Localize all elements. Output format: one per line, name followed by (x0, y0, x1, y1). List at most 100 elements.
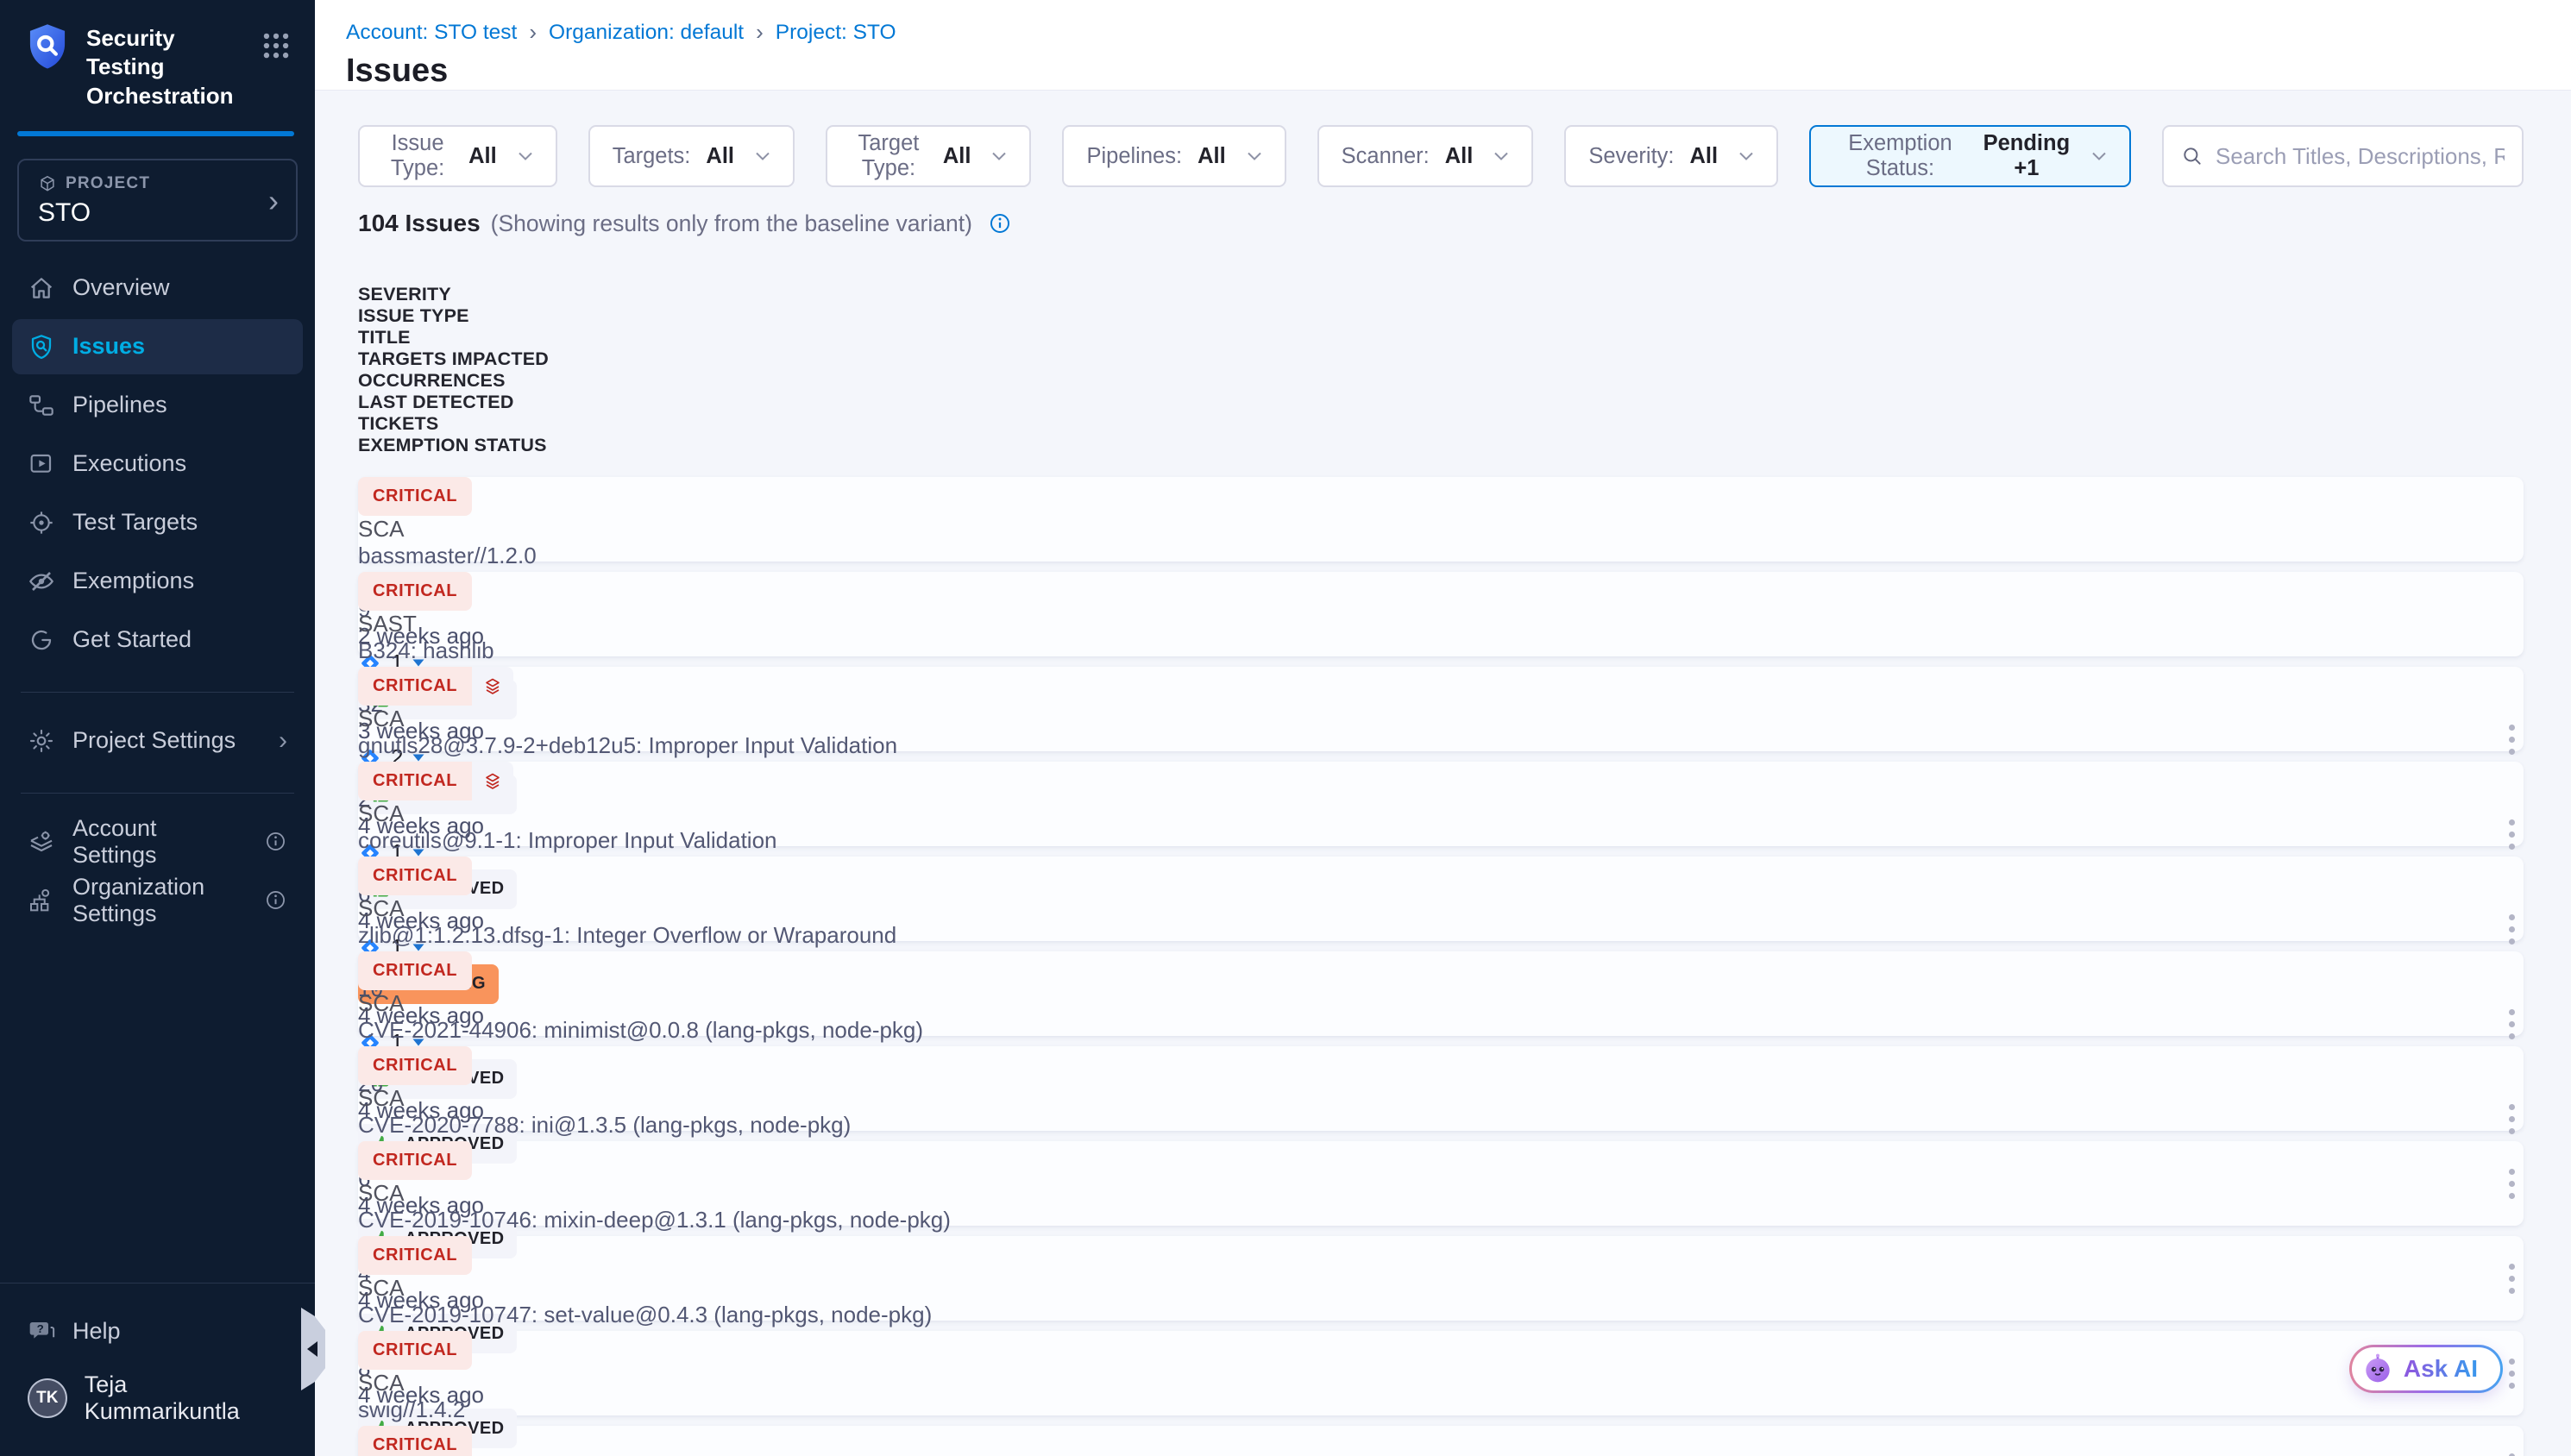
issue-row[interactable]: CRITICAL SCA CVE-2019-10746: mixin-deep@… (358, 1141, 2524, 1226)
sidebar-item-get-started[interactable]: Get Started (12, 612, 303, 668)
collapse-arrow-icon (307, 1341, 317, 1357)
info-icon[interactable] (988, 211, 1012, 235)
chevron-down-icon (991, 151, 1007, 161)
issues-table-body: CRITICAL SCA bassmaster//1.2.0 1 9 2 wee… (358, 477, 2524, 1456)
issue-row[interactable]: CRITICAL SCA zlib@1:1.2.13.dfsg-1: Integ… (358, 857, 2524, 941)
severity-cell: CRITICAL (358, 1046, 2524, 1085)
sidebar-item-exemptions[interactable]: Exemptions (12, 554, 303, 609)
pipelines-icon (28, 392, 55, 419)
issue-type: SCA (358, 706, 2524, 732)
filter-dropdown[interactable]: Exemption Status: Pending +1 (1809, 125, 2131, 187)
issue-row[interactable]: CRITICAL SCA bassmaster//1.2.0 1 9 2 wee… (358, 477, 2524, 562)
filter-value: All (468, 144, 497, 169)
divider (21, 793, 294, 794)
severity-cell: CRITICAL (358, 857, 2524, 895)
sidebar-item-pipelines[interactable]: Pipelines (12, 378, 303, 433)
issue-title: CVE-2019-10746: mixin-deep@1.3.1 (lang-p… (358, 1207, 2524, 1233)
breadcrumb-project-link[interactable]: Project: STO (776, 21, 896, 45)
sidebar-item-project-settings[interactable]: Project Settings › (12, 713, 303, 769)
eye-slash-icon (28, 568, 55, 595)
sidebar-item-label: Project Settings (72, 727, 236, 754)
breadcrumb-account-link[interactable]: Account: STO test (346, 21, 517, 45)
info-icon[interactable] (264, 888, 287, 912)
sidebar-item-label: Account Settings (72, 815, 247, 869)
filter-dropdown[interactable]: Issue Type: All (358, 125, 557, 187)
issue-row[interactable]: CRITICAL SCA coreutils@9.1-1: Improper I… (358, 762, 2524, 846)
filter-label: Pipelines: (1086, 144, 1182, 169)
severity-badge: CRITICAL (358, 572, 472, 611)
ask-ai-button[interactable]: Ask AI (2349, 1345, 2503, 1393)
issue-type: SCA (358, 895, 2524, 922)
sidebar-item-executions[interactable]: Executions (12, 436, 303, 492)
breadcrumb-organization-link[interactable]: Organization: default (549, 21, 744, 45)
issue-type: SCA (358, 516, 2524, 543)
sidebar-item-account-settings[interactable]: Account Settings (12, 814, 303, 869)
severity-cell: CRITICAL (358, 951, 2524, 990)
severity-cell: CRITICAL (358, 1331, 2524, 1370)
issue-title: bassmaster//1.2.0 (358, 543, 2524, 569)
chevron-down-icon (755, 151, 770, 161)
sidebar-item-label: Organization Settings (72, 874, 247, 927)
target-icon (28, 509, 55, 537)
project-selector[interactable]: PROJECT STO › (17, 159, 298, 242)
issue-title: CVE-2019-10747: set-value@0.4.3 (lang-pk… (358, 1302, 2524, 1328)
filter-label: Targets: (613, 144, 691, 169)
layers-gear-icon (28, 828, 55, 856)
help-button[interactable]: ? Help (12, 1306, 303, 1356)
filter-value: All (1197, 144, 1226, 169)
issue-row[interactable]: CRITICAL SCA swig//1.4.2 1 2 1 month ago… (358, 1331, 2524, 1415)
app-title: Security Testing Orchestration (86, 22, 244, 110)
issue-row[interactable]: CRITICAL SCA CVE-2019-10747: set-value@0… (358, 1236, 2524, 1321)
severity-stack-icon (472, 762, 513, 800)
help-chat-icon: ? (28, 1317, 55, 1345)
chevron-down-icon (2091, 151, 2107, 161)
search-input[interactable] (2216, 143, 2505, 170)
issue-row[interactable]: CRITICAL SAST webpack@5.64.1 1 1 2 month… (358, 1426, 2524, 1456)
issue-title: CVE-2020-7788: ini@1.3.5 (lang-pkgs, nod… (358, 1112, 2524, 1139)
chevron-down-icon (1738, 151, 1754, 161)
module-grid-icon[interactable] (260, 29, 292, 62)
severity-badge: CRITICAL (358, 1046, 472, 1085)
issue-row[interactable]: CRITICAL SCA gnutls28@3.7.9-2+deb12u5: I… (358, 667, 2524, 751)
sidebar-item-label: Test Targets (72, 509, 198, 536)
filter-label: Target Type: (850, 131, 927, 181)
filter-value: All (1445, 144, 1474, 169)
filter-dropdown[interactable]: Pipelines: All (1062, 125, 1286, 187)
filter-dropdown[interactable]: Target Type: All (826, 125, 1031, 187)
severity-badge: CRITICAL (358, 667, 472, 706)
ai-bot-icon (2360, 1352, 2395, 1386)
user-menu[interactable]: TK Teja Kummarikuntla (12, 1359, 303, 1437)
search-icon (2181, 145, 2203, 167)
page-header: Account: STO test › Organization: defaul… (315, 0, 2571, 91)
filter-value: Pending +1 (1983, 131, 2071, 181)
filters-bar: Issue Type: All Targets: All Target Type… (358, 125, 2524, 187)
issue-title: swig//1.4.2 (358, 1396, 2524, 1423)
sidebar-item-overview[interactable]: Overview (12, 260, 303, 316)
severity-badge: CRITICAL (358, 1331, 472, 1370)
sidebar-item-label: Overview (72, 274, 170, 301)
chevron-down-icon (518, 151, 533, 161)
issue-row[interactable]: CRITICAL SCA CVE-2020-7788: ini@1.3.5 (l… (358, 1046, 2524, 1131)
sidebar-item-test-targets[interactable]: Test Targets (12, 495, 303, 550)
issue-type: SCA (358, 1180, 2524, 1207)
filter-dropdown[interactable]: Scanner: All (1317, 125, 1534, 187)
info-icon[interactable] (264, 830, 287, 853)
get-started-icon (28, 626, 55, 654)
sidebar-item-organization-settings[interactable]: Organization Settings (12, 873, 303, 928)
filter-dropdown[interactable]: Severity: All (1564, 125, 1778, 187)
issue-type: SCA (358, 1370, 2524, 1396)
issue-title: gnutls28@3.7.9-2+deb12u5: Improper Input… (358, 732, 2524, 759)
sidebar-header: Security Testing Orchestration (0, 0, 315, 128)
severity-cell: CRITICAL (358, 1141, 2524, 1180)
help-label: Help (72, 1318, 121, 1345)
issues-shield-icon (28, 333, 55, 361)
severity-cell: CRITICAL (358, 1236, 2524, 1275)
issue-row[interactable]: CRITICAL SCA CVE-2021-44906: minimist@0.… (358, 951, 2524, 1036)
search-box (2162, 125, 2524, 187)
issue-row[interactable]: CRITICAL SAST B324: hashlib 8 32 3 weeks… (358, 572, 2524, 656)
breadcrumb: Account: STO test › Organization: defaul… (346, 19, 2536, 46)
sidebar-item-issues[interactable]: Issues (12, 319, 303, 374)
col-last-detected: LAST DETECTED (358, 392, 2524, 413)
issues-content: Issue Type: All Targets: All Target Type… (315, 91, 2571, 1456)
filter-dropdown[interactable]: Targets: All (588, 125, 795, 187)
